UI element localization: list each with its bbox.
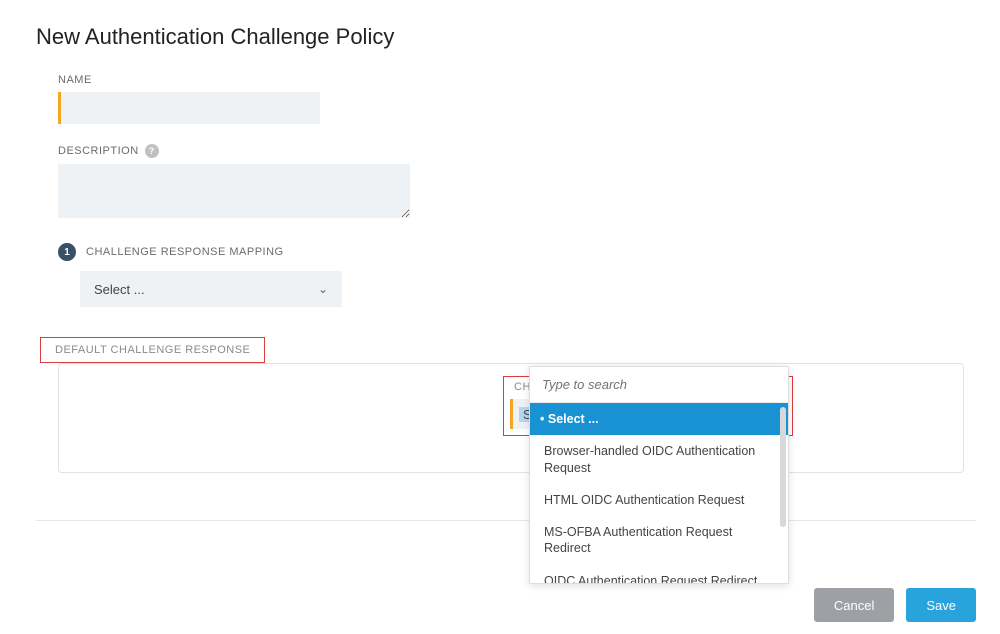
default-challenge-heading-box: DEFAULT CHALLENGE RESPONSE bbox=[40, 337, 265, 363]
help-icon[interactable]: ? bbox=[145, 144, 159, 158]
generator-dropdown[interactable]: Select ... Browser-handled OIDC Authenti… bbox=[529, 366, 789, 584]
save-button[interactable]: Save bbox=[906, 588, 976, 622]
dropdown-option[interactable]: OIDC Authentication Request Redirect bbox=[530, 565, 788, 584]
page-title: New Authentication Challenge Policy bbox=[36, 24, 964, 50]
default-challenge-panel: CHALLENGE RESPONSE GENERATOR Select ... … bbox=[58, 363, 964, 473]
footer-divider bbox=[36, 520, 976, 521]
chevron-down-icon: ⌄ bbox=[318, 282, 328, 296]
description-input[interactable] bbox=[58, 164, 410, 218]
mapping-select-value: Select ... bbox=[94, 282, 145, 297]
dropdown-list: Select ... Browser-handled OIDC Authenti… bbox=[530, 403, 788, 583]
dropdown-option[interactable]: HTML OIDC Authentication Request bbox=[530, 484, 788, 516]
name-label: NAME bbox=[58, 74, 964, 86]
dropdown-search-input[interactable] bbox=[530, 367, 788, 403]
dropdown-option[interactable]: Select ... bbox=[530, 403, 788, 435]
dropdown-option[interactable]: Browser-handled OIDC Authentication Requ… bbox=[530, 435, 788, 484]
name-input[interactable] bbox=[58, 92, 320, 124]
dropdown-option[interactable]: MS-OFBA Authentication Request Redirect bbox=[530, 516, 788, 565]
cancel-button[interactable]: Cancel bbox=[814, 588, 894, 622]
mapping-step-label: CHALLENGE RESPONSE MAPPING bbox=[86, 246, 284, 258]
step-badge: 1 bbox=[58, 243, 76, 261]
default-challenge-heading: DEFAULT CHALLENGE RESPONSE bbox=[55, 344, 250, 356]
description-label: DESCRIPTION bbox=[58, 145, 139, 157]
mapping-select[interactable]: Select ... ⌄ bbox=[80, 271, 342, 307]
scrollbar[interactable] bbox=[780, 407, 786, 527]
